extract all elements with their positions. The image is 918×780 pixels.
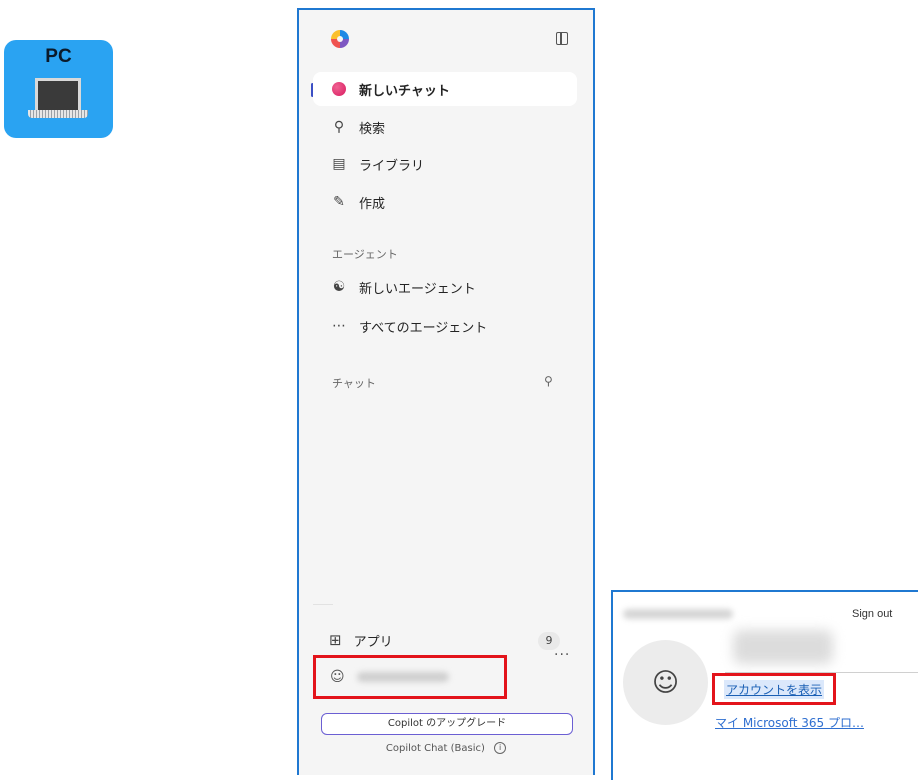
chat-search-icon[interactable]: ⚲ — [544, 374, 553, 388]
divider — [313, 604, 333, 605]
nav-library-label: ライブラリ — [359, 158, 425, 174]
copilot-sidebar: 新しいチャット ⚲ 検索 ▤ ライブラリ ✎ 作成 エージェント ☯ 新しいエー… — [297, 8, 595, 775]
plan-label: Copilot Chat (Basic) — [385, 743, 485, 754]
apps-grid-icon: ⊞ — [329, 631, 342, 649]
nav-search[interactable]: ⚲ 検索 — [313, 110, 577, 144]
m365-profile-link[interactable]: マイ Microsoft 365 プロ… — [715, 714, 864, 731]
copilot-dot-icon — [329, 79, 349, 99]
copilot-logo-icon[interactable] — [331, 30, 349, 48]
nav-apps-label: アプリ — [353, 634, 393, 650]
more-icon: ⋯ — [332, 318, 346, 334]
account-popup: Sign out ☺ アカウントを表示 マイ Microsoft 365 プロ… — [611, 590, 918, 780]
redacted-account-name — [356, 672, 449, 682]
view-account-link[interactable]: アカウントを表示 — [723, 679, 824, 699]
nav-create[interactable]: ✎ 作成 — [313, 185, 577, 219]
plan-status: Copilot Chat (Basic) i — [299, 742, 593, 754]
redacted-user-name — [733, 630, 833, 664]
chats-section-label: チャット — [332, 377, 376, 390]
nav-create-label: 作成 — [359, 196, 386, 212]
nav-new-chat[interactable]: 新しいチャット — [313, 72, 577, 106]
nav-new-agent[interactable]: ☯ 新しいエージェント — [313, 270, 577, 304]
nav-new-agent-label: 新しいエージェント — [359, 281, 476, 297]
sign-out-link[interactable]: Sign out — [852, 608, 892, 620]
pc-badge-label: PC — [45, 46, 72, 67]
upgrade-button[interactable]: Copilot のアップグレード — [321, 713, 573, 735]
account-button[interactable]: ☺ — [313, 655, 507, 699]
library-icon: ▤ — [332, 156, 346, 172]
new-agent-icon: ☯ — [332, 279, 346, 295]
account-more-button[interactable]: ··· — [554, 647, 570, 663]
nav-new-chat-label: 新しいチャット — [359, 83, 450, 99]
laptop-keyboard-icon — [28, 110, 88, 118]
info-icon[interactable]: i — [494, 742, 507, 754]
search-icon: ⚲ — [333, 119, 345, 135]
nav-search-label: 検索 — [359, 121, 386, 137]
laptop-icon — [35, 78, 81, 110]
person-icon: ☺ — [330, 669, 345, 685]
create-icon: ✎ — [333, 194, 345, 210]
nav-all-agents[interactable]: ⋯ すべてのエージェント — [313, 309, 577, 343]
pc-device-badge: PC — [4, 40, 113, 138]
view-account-highlight: アカウントを表示 — [712, 673, 836, 705]
nav-library[interactable]: ▤ ライブラリ — [313, 147, 577, 181]
sidebar-toggle-icon[interactable] — [556, 32, 568, 45]
nav-all-agents-label: すべてのエージェント — [359, 320, 488, 336]
person-icon: ☺ — [651, 667, 680, 698]
agents-section-label: エージェント — [332, 248, 398, 261]
redacted-org-name — [623, 609, 733, 619]
avatar: ☺ — [623, 640, 708, 725]
